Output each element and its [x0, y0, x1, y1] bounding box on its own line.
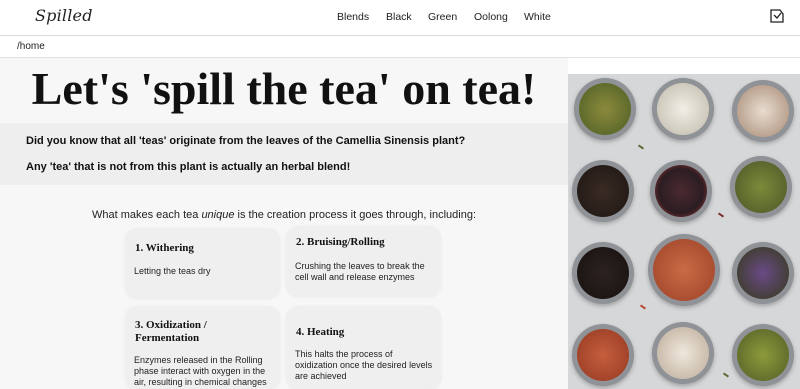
step-card-bruising: 2. Bruising/Rolling Crushing the leaves … — [286, 226, 441, 296]
step-desc: Letting the teas dry — [134, 266, 211, 276]
step-card-withering: 1. Withering Letting the teas dry — [125, 228, 280, 298]
step-title: 1. Withering — [135, 242, 194, 254]
tea-bowls-image — [568, 74, 800, 389]
fact-camellia: Did you know that all 'teas' originate f… — [26, 135, 466, 147]
breadcrumb[interactable]: /home — [17, 41, 45, 52]
nav-link-oolong[interactable]: Oolong — [474, 11, 508, 23]
step-title: 4. Heating — [296, 326, 345, 338]
nav-link-white[interactable]: White — [524, 11, 551, 23]
step-card-oxidization: 3. Oxidization / Fermentation Enzymes re… — [125, 306, 280, 389]
step-desc: Enzymes released in the Rolling phase in… — [134, 355, 267, 387]
main-content: Let's 'spill the tea' on tea! Did you kn… — [0, 58, 568, 389]
step-desc: This halts the process of oxidization on… — [295, 349, 433, 381]
nav-link-black[interactable]: Black — [386, 11, 412, 23]
process-intro: What makes each tea unique is the creati… — [91, 209, 477, 221]
logo[interactable]: Spilled — [35, 6, 93, 25]
breadcrumb-bar: /home — [0, 36, 800, 58]
facts-band: Did you know that all 'teas' originate f… — [0, 123, 568, 185]
top-navbar: Spilled Blends Black Green Oolong White — [0, 0, 800, 36]
shopping-bag-icon[interactable] — [769, 8, 785, 24]
nav-link-green[interactable]: Green — [428, 11, 457, 23]
page-title: Let's 'spill the tea' on tea! — [31, 63, 537, 114]
step-title: 2. Bruising/Rolling — [296, 236, 385, 248]
step-desc: Crushing the leaves to break the cell wa… — [295, 261, 425, 282]
fact-herbal: Any 'tea' that is not from this plant is… — [26, 161, 351, 173]
step-title: 3. Oxidization / Fermentation — [135, 319, 207, 344]
nav-link-blends[interactable]: Blends — [337, 11, 369, 23]
step-card-heating: 4. Heating This halts the process of oxi… — [286, 306, 441, 389]
